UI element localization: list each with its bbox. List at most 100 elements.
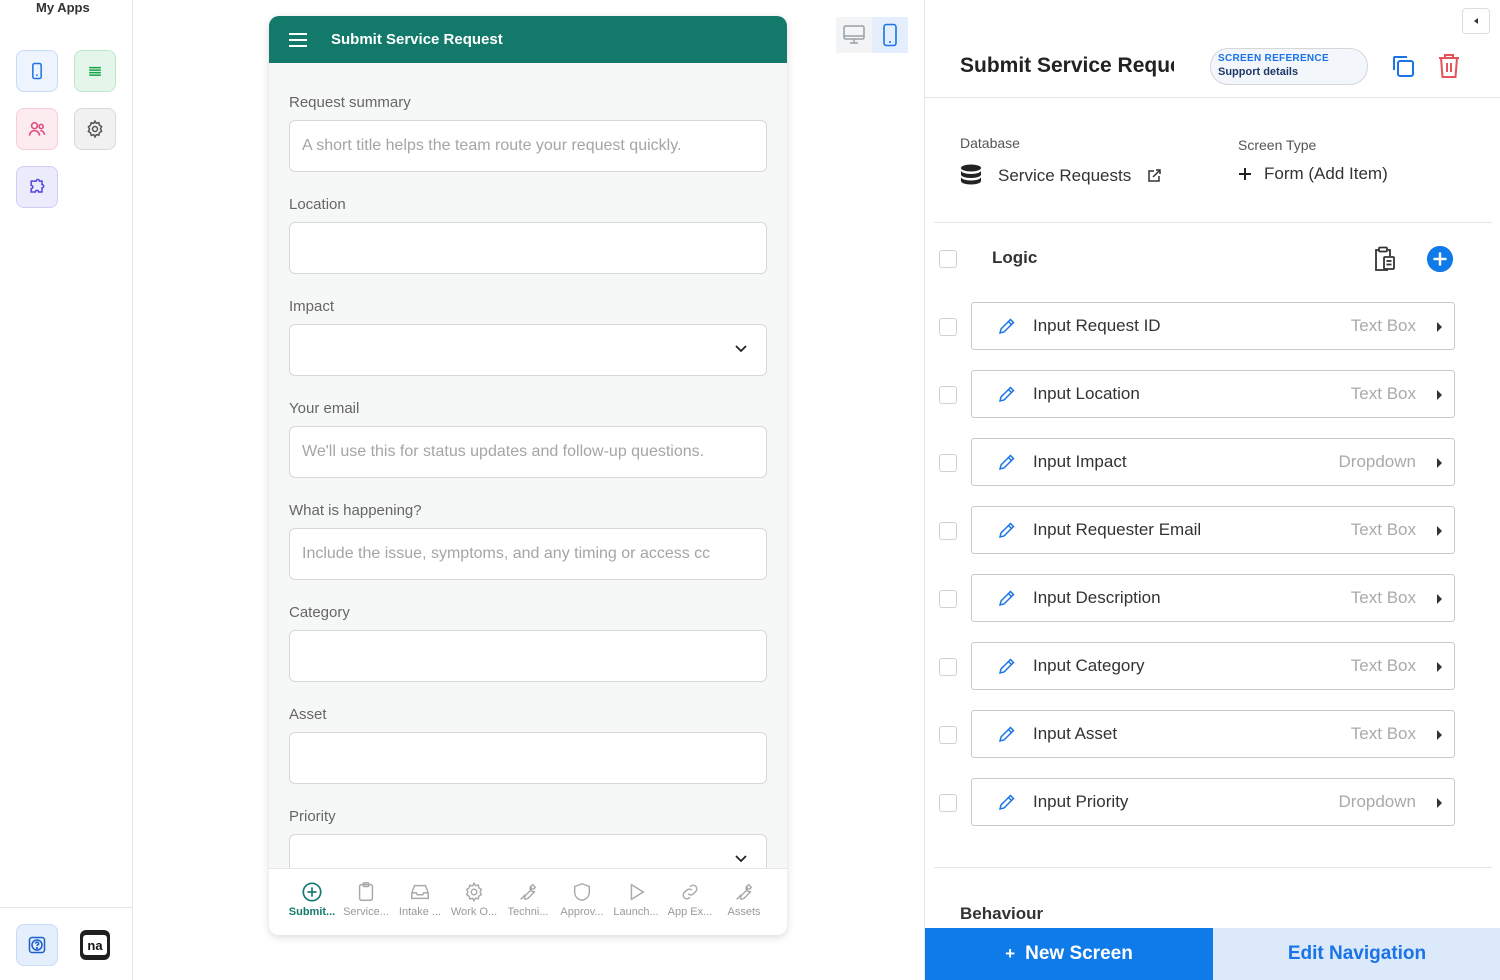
edit-navigation-button[interactable]: Edit Navigation [1213, 928, 1500, 980]
trash-icon [1439, 54, 1459, 78]
pencil-icon [998, 522, 1015, 539]
email-input[interactable]: We'll use this for status updates and fo… [289, 426, 767, 478]
caret-right-icon [1437, 526, 1442, 536]
na-logo-button[interactable]: na [80, 930, 110, 960]
screen-type-label: Screen Type [1238, 137, 1317, 153]
hamburger-menu-icon[interactable] [289, 32, 307, 47]
database-name: Service Requests [998, 166, 1132, 185]
description-input[interactable]: Include the issue, symptoms, and any tim… [289, 528, 767, 580]
screen-reference-value: Support details [1218, 66, 1299, 78]
tab-intake[interactable]: Intake ... [393, 869, 447, 935]
logic-item[interactable]: Input Location Text Box [971, 370, 1455, 418]
screen-name-input[interactable]: Submit Service Request [960, 54, 1174, 78]
field-label-impact: Impact [289, 298, 335, 315]
tab-technicians[interactable]: Techni... [501, 869, 555, 935]
tab-approvals[interactable]: Approv... [555, 869, 609, 935]
logic-item-name: Input Description [1033, 588, 1161, 607]
add-logic-button[interactable] [1426, 245, 1454, 273]
sidebar-settings-button[interactable] [74, 108, 116, 150]
impact-dropdown[interactable] [289, 324, 767, 376]
item-checkbox[interactable] [939, 658, 957, 676]
logic-item-name: Input Category [1033, 656, 1145, 675]
plus-icon [1239, 168, 1251, 180]
logic-item-name: Input Asset [1033, 724, 1118, 743]
logic-item[interactable]: Input Asset Text Box [971, 710, 1455, 758]
field-label-request-summary: Request summary [289, 94, 411, 111]
pencil-icon [998, 590, 1015, 607]
plus-icon: + [1005, 944, 1016, 963]
tab-launch[interactable]: Launch... [609, 869, 663, 935]
logic-item-type: Dropdown [1338, 792, 1417, 811]
shield-icon [573, 882, 591, 902]
pencil-icon [998, 658, 1015, 675]
screen-reference-badge[interactable]: SCREEN REFERENCE Support details [1210, 48, 1368, 85]
logic-select-all-checkbox[interactable] [939, 250, 957, 268]
tab-service[interactable]: Service... [339, 869, 393, 935]
tab-assets[interactable]: Assets [717, 869, 771, 935]
caret-right-icon [1437, 322, 1442, 332]
wrench-icon [736, 883, 753, 901]
location-input[interactable] [289, 222, 767, 274]
logic-item-name: Input Requester Email [1033, 520, 1202, 539]
desktop-view-button[interactable] [836, 17, 872, 53]
delete-screen-button[interactable] [1435, 52, 1463, 80]
logic-item[interactable]: Input Impact Dropdown [971, 438, 1455, 486]
logic-item[interactable]: Input Requester Email Text Box [971, 506, 1455, 554]
field-label-asset: Asset [289, 706, 327, 723]
plus-circle-icon [1426, 245, 1454, 273]
item-checkbox[interactable] [939, 386, 957, 404]
screen-type-text: Form (Add Item) [1264, 164, 1388, 183]
tab-app-ex[interactable]: App Ex... [663, 869, 717, 935]
logic-item-name: Input Impact [1033, 452, 1127, 471]
logic-item[interactable]: Input Priority Dropdown [971, 778, 1455, 826]
tab-label: Work O... [450, 906, 498, 918]
sidebar-data-button[interactable] [74, 50, 116, 92]
request-summary-input[interactable]: A short title helps the team route your … [289, 120, 767, 172]
inbox-icon [411, 884, 429, 900]
sidebar-plugins-button[interactable] [16, 166, 58, 208]
item-checkbox[interactable] [939, 522, 957, 540]
gear-icon [87, 119, 103, 139]
tab-work-orders[interactable]: Work O... [447, 869, 501, 935]
paste-button[interactable] [1371, 245, 1399, 273]
external-link-icon[interactable] [1147, 169, 1161, 183]
database-label: Database [960, 135, 1020, 151]
tab-label: Techni... [507, 906, 549, 918]
phone-preview: Submit Service Request Request summary A… [269, 16, 787, 935]
new-screen-button[interactable]: + New Screen [925, 928, 1213, 980]
desktop-icon [843, 25, 865, 44]
help-button[interactable] [16, 924, 58, 966]
behaviour-title: Behaviour [960, 904, 1044, 923]
asset-input[interactable] [289, 732, 767, 784]
field-label-priority: Priority [289, 808, 336, 825]
phone-header: Submit Service Request [269, 16, 787, 63]
category-input[interactable] [289, 630, 767, 682]
database-icon [961, 164, 981, 185]
sidebar-apps-button[interactable] [16, 50, 58, 92]
logic-item[interactable]: Input Description Text Box [971, 574, 1455, 622]
sidebar-bottom: na [0, 907, 133, 980]
app-root: My Apps na Submit Service Request Reques… [0, 0, 1500, 980]
field-label-location: Location [289, 196, 346, 213]
tab-submit[interactable]: Submit... [285, 869, 339, 935]
mobile-icon [883, 23, 897, 47]
na-logo-icon: na [83, 935, 107, 955]
sidebar-users-button[interactable] [16, 108, 58, 150]
logic-item-type: Text Box [1350, 656, 1416, 675]
item-checkbox[interactable] [939, 318, 957, 336]
logic-item[interactable]: Input Request ID Text Box [971, 302, 1455, 350]
screen-properties-panel: Submit Service Request SCREEN REFERENCE … [924, 0, 1500, 980]
item-checkbox[interactable] [939, 590, 957, 608]
pencil-icon [998, 726, 1015, 743]
item-checkbox[interactable] [939, 726, 957, 744]
list-icon [89, 66, 101, 76]
database-value[interactable]: Service Requests [960, 164, 1161, 188]
collapse-panel-button[interactable] [1462, 8, 1490, 34]
item-checkbox[interactable] [939, 794, 957, 812]
logic-item[interactable]: Input Category Text Box [971, 642, 1455, 690]
mobile-view-button[interactable] [872, 17, 908, 53]
duplicate-screen-button[interactable] [1389, 52, 1417, 80]
device-toggle [836, 17, 908, 53]
item-checkbox[interactable] [939, 454, 957, 472]
caret-right-icon [1437, 730, 1442, 740]
